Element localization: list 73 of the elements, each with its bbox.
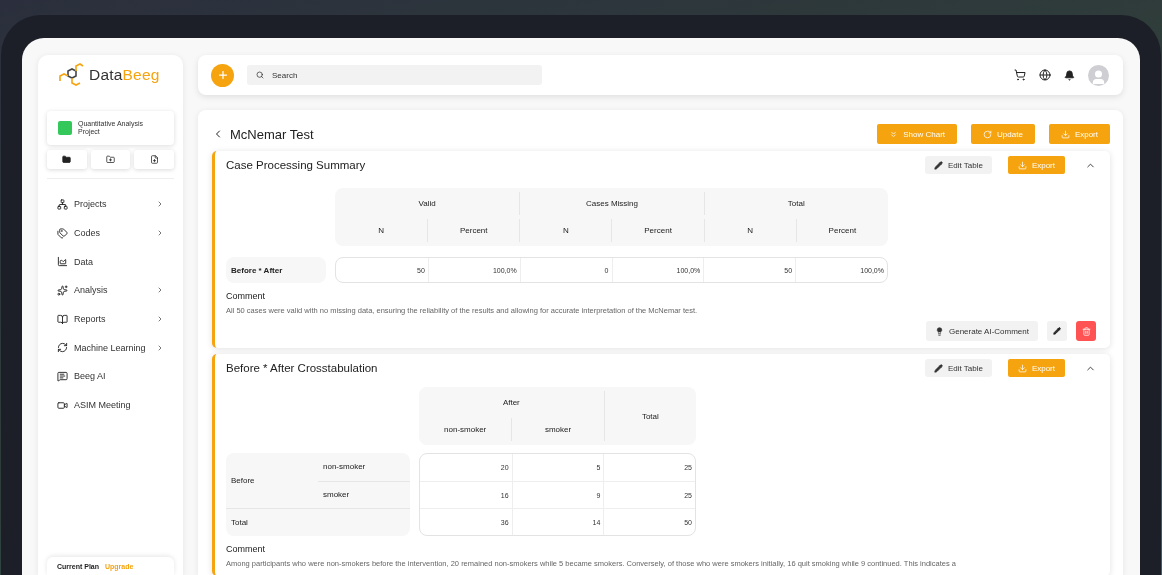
nav-icon [57,313,68,325]
nav-icon [57,256,68,268]
add-button[interactable] [211,63,234,87]
comment-label: Comment [226,291,266,301]
column-header: Percent [427,219,520,242]
column-header: N [519,219,612,242]
globe-icon [1039,69,1051,81]
nav-icon [57,198,68,210]
sidebar-item[interactable]: Codes [47,218,174,248]
column-header: N [703,219,796,242]
search-input[interactable]: Search [270,69,533,81]
notifications-button[interactable] [1064,69,1075,81]
pencil-icon [1053,327,1061,335]
action-icon [1060,129,1070,139]
action-icon [983,129,993,139]
bell-icon [1064,69,1075,81]
folder-icon [62,155,72,164]
row-header: Before [230,475,256,488]
nav-icon [57,370,68,382]
column-header: Total [603,391,696,441]
row-header: Before * After [226,257,326,283]
column-header: non-smoker [443,424,488,436]
download-icon [1017,160,1027,170]
brand-name: DataBeeg [89,66,160,84]
sidebar-item[interactable]: Beeg AI [47,362,174,391]
sidebar-item[interactable]: Data [47,247,174,277]
new-file-button[interactable] [134,150,174,169]
cart-button[interactable] [1014,69,1026,81]
column-header: N [377,225,385,237]
folder-plus-icon [106,155,115,164]
action-icon [889,129,899,139]
file-plus-icon [149,155,159,164]
page-title: McNemar Test [230,126,315,142]
pencil-icon [933,160,943,170]
edit-comment-button[interactable] [1047,321,1067,341]
cart-icon [1014,69,1026,81]
row-header: Total [226,508,410,536]
row-header: non-smoker [322,461,367,474]
search-icon [256,71,264,79]
comment-label: Comment [226,544,266,554]
row-header: smoker [318,480,410,509]
download-icon [1017,363,1027,373]
sidebar-item[interactable]: Analysis [47,276,174,305]
logo-icon [59,63,85,87]
edit-table-button[interactable]: Edit Table [924,359,992,377]
column-header: Percent [611,219,704,242]
column-header: After [501,397,521,409]
language-button[interactable] [1039,69,1051,81]
new-folder-button[interactable] [90,150,131,169]
section-title: Case Processing Summary [226,159,367,171]
search-field[interactable]: Search [247,65,542,85]
trash-icon [1081,326,1091,336]
sidebar-item[interactable]: Reports [47,304,174,334]
lightbulb-icon [934,326,944,336]
pencil-icon [933,363,943,373]
section-title: Before * After Crosstabulation [226,362,379,374]
nav-icon [57,342,68,354]
folder-button[interactable] [47,150,87,169]
column-header: smoker [511,418,604,441]
plus-icon [216,69,229,81]
column-header: Cases Missing [519,192,704,215]
sidebar-item[interactable]: ASIM Meeting [47,390,174,420]
nav-icon [57,284,68,296]
delete-button[interactable] [1076,321,1096,341]
column-header: Total [703,192,888,215]
sidebar-item[interactable]: Machine Learning [47,333,174,363]
generate-ai-comment-button[interactable]: Generate AI-Comment [925,321,1038,341]
edit-table-button[interactable]: Edit Table [924,156,992,174]
sidebar-item[interactable]: Projects [47,190,174,219]
nav-icon [57,399,68,411]
column-header: Percent [795,219,888,242]
column-header: Valid [417,198,437,210]
nav-icon [57,227,68,239]
